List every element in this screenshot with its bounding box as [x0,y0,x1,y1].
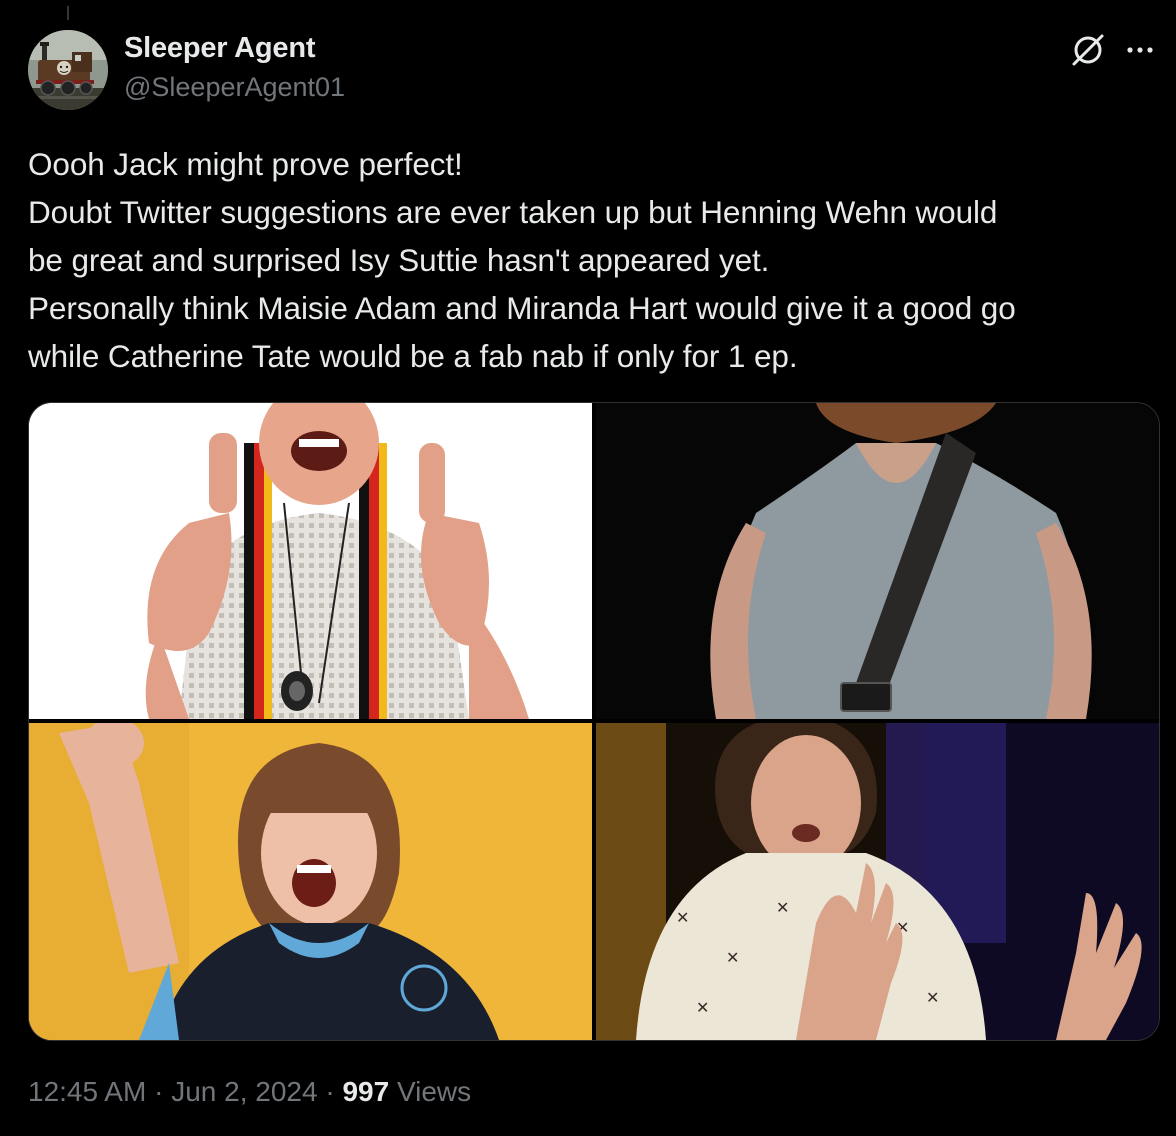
tweet-date[interactable]: Jun 2, 2024 [171,1076,317,1107]
meta-separator: · [325,1076,335,1107]
svg-text:✕: ✕ [776,898,789,917]
photo-woman-yellow-background [29,723,592,1040]
media-photo-1[interactable] [29,403,592,719]
photo-woman-on-stage: ✕ ✕ ✕ ✕ ✕ ✕ ✕ [596,723,1159,1040]
meta-separator: · [154,1076,164,1107]
media-photo-4[interactable]: ✕ ✕ ✕ ✕ ✕ ✕ ✕ [596,723,1159,1040]
tweet-line: while Catherine Tate would be a fab nab … [28,338,798,374]
media-photo-2[interactable] [596,403,1159,719]
photo-thumbs-up-man [29,403,592,719]
views-label: Views [396,1076,472,1107]
tweet-line: Oooh Jack might prove perfect! [28,146,463,182]
svg-text:✕: ✕ [726,948,739,967]
train-avatar-image [28,30,108,110]
svg-text:✕: ✕ [676,908,689,927]
svg-text:✕: ✕ [926,988,939,1007]
grok-button[interactable] [1068,30,1108,70]
tweet-line: Doubt Twitter suggestions are ever taken… [28,194,998,230]
tweet-body: Oooh Jack might prove perfect! Doubt Twi… [28,140,1148,380]
more-options-button[interactable] [1120,34,1160,64]
tweet-line: be great and surprised Isy Suttie hasn't… [28,242,770,278]
tweet-metadata: 12:45 AM · Jun 2, 2024 · 997 Views [28,1076,471,1108]
media-grid: ✕ ✕ ✕ ✕ ✕ ✕ ✕ [28,402,1160,1041]
tweet-line: Personally think Maisie Adam and Miranda… [28,290,1016,326]
author-display-name[interactable]: Sleeper Agent [124,32,316,65]
author-avatar[interactable] [28,30,108,110]
author-handle[interactable]: @SleeperAgent01 [124,72,345,103]
more-options-icon [1127,47,1153,53]
views-count: 997 [342,1076,390,1107]
tweet-time[interactable]: 12:45 AM [28,1076,146,1107]
photo-woman-grey-top [596,403,1159,719]
media-photo-3[interactable] [29,723,592,1040]
grok-icon [1072,34,1104,66]
svg-text:✕: ✕ [696,998,709,1017]
thread-connector-line [67,6,69,20]
